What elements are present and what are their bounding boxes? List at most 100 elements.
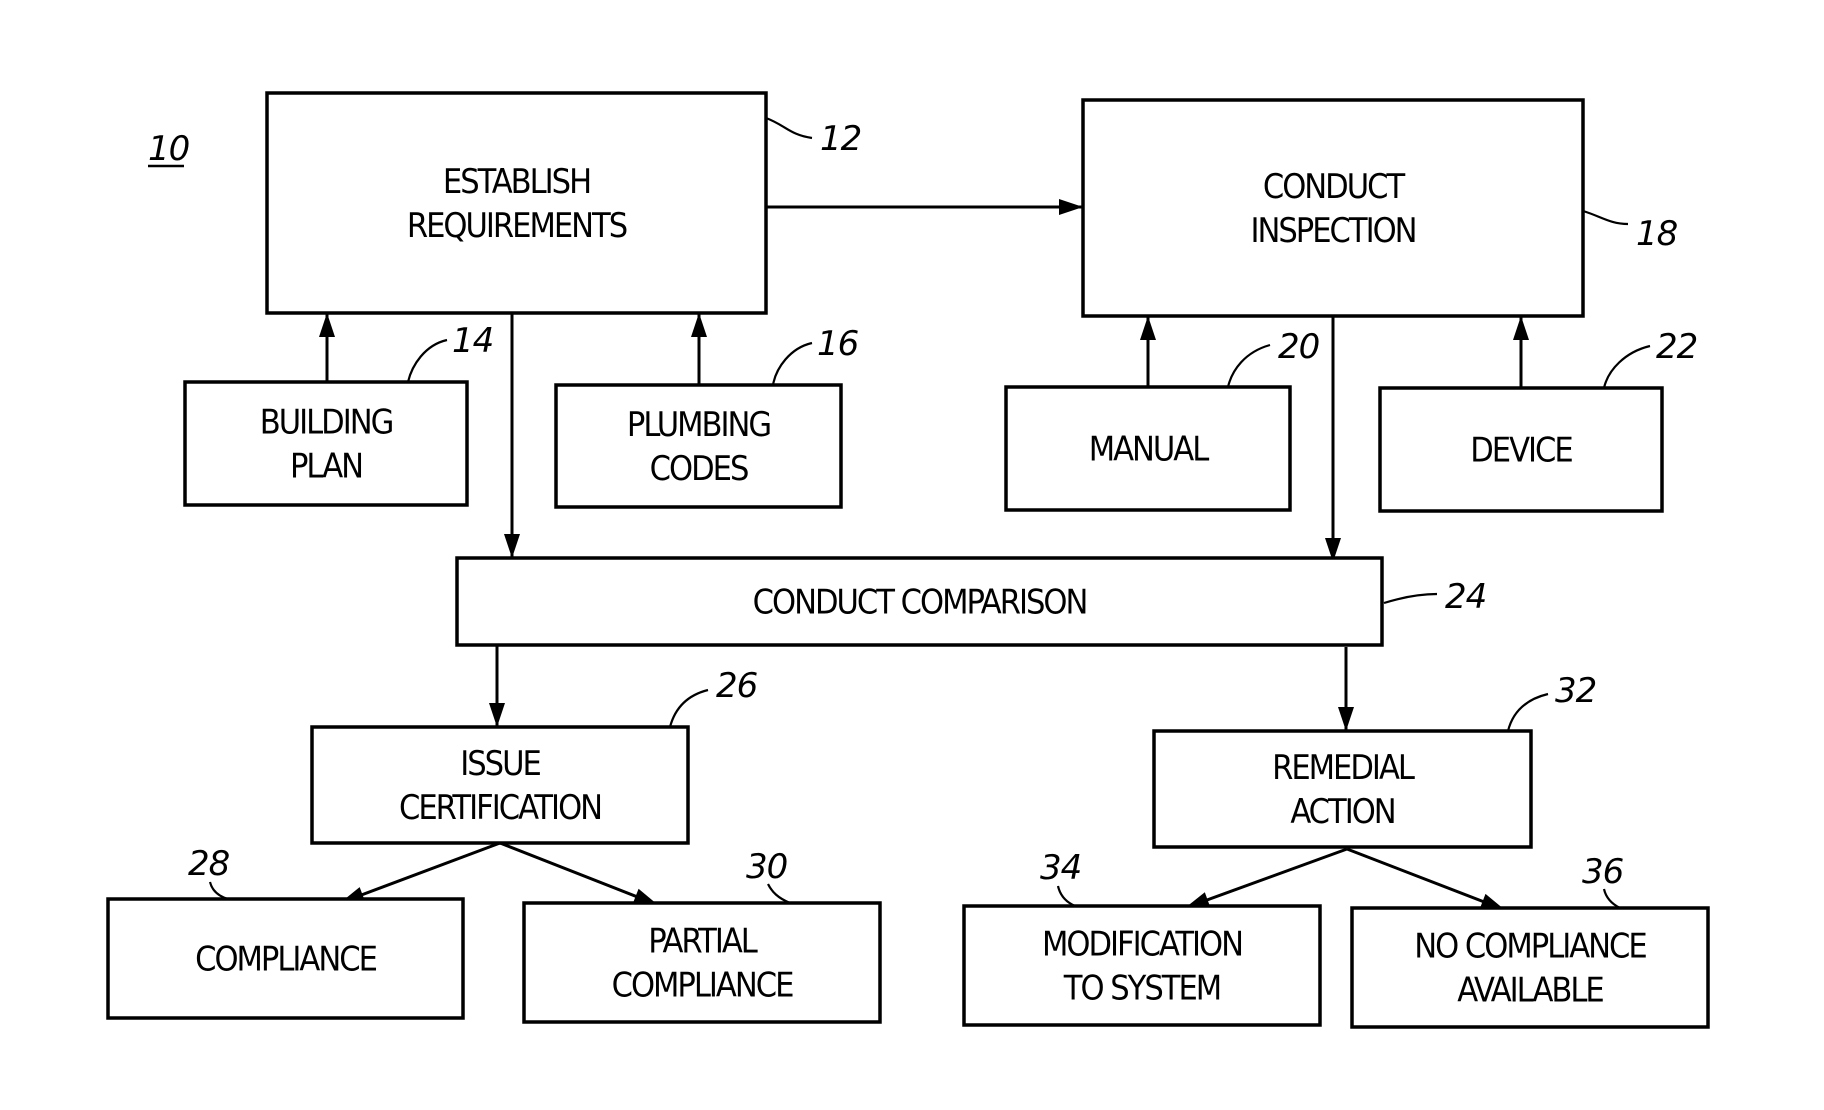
node-inspection: CONDUCTINSPECTION <box>1081 98 1585 318</box>
node-label: CODES <box>650 449 748 489</box>
node-label: ESTABLISH <box>443 162 590 202</box>
leader-line <box>208 881 229 901</box>
ref-number: 14 <box>452 321 493 361</box>
ref-number: 24 <box>1445 577 1486 617</box>
arrowhead-icon <box>1513 316 1529 340</box>
ref-12: 12 <box>765 116 862 159</box>
ref-24: 24 <box>1383 577 1487 617</box>
ref-36: 36 <box>1582 852 1625 909</box>
ref-34: 34 <box>1040 848 1082 908</box>
node-label: CONDUCT COMPARISON <box>753 583 1087 623</box>
node-certification: ISSUECERTIFICATION <box>310 725 690 845</box>
edge-manual-to-inspection <box>1140 316 1156 387</box>
edge-certification-to-compliance <box>339 841 501 905</box>
arrowhead-icon <box>504 534 520 558</box>
edge-comparison-to-certification <box>489 645 505 727</box>
ref-number: 26 <box>716 666 758 706</box>
arrowhead-icon <box>1338 707 1354 731</box>
edge-inspection-to-comparison <box>1325 316 1341 562</box>
arrowhead-icon <box>319 313 335 337</box>
node-label: NO COMPLIANCE <box>1414 927 1646 967</box>
node-partial: PARTIALCOMPLIANCE <box>522 901 882 1024</box>
node-label: CERTIFICATION <box>399 788 601 828</box>
edge-plumbing-codes-to-establish <box>691 313 707 385</box>
edge-line <box>1346 847 1506 912</box>
leader-line <box>1056 885 1076 908</box>
node-compliance: COMPLIANCE <box>106 897 465 1020</box>
node-label: DEVICE <box>1470 431 1572 471</box>
ref-16: 16 <box>771 324 860 386</box>
arrowhead-icon <box>1059 199 1083 215</box>
ref-18: 18 <box>1582 209 1679 254</box>
node-label: MANUAL <box>1089 430 1210 470</box>
node-modification: MODIFICATIONTO SYSTEM <box>962 904 1322 1027</box>
node-label: COMPLIANCE <box>612 966 793 1006</box>
edge-establish-to-inspection <box>766 199 1083 215</box>
edge-certification-to-partial <box>499 841 659 907</box>
node-label: COMPLIANCE <box>195 940 376 980</box>
nodes: ESTABLISHREQUIREMENTS BUILDINGPLAN PLUMBIN… <box>106 91 1710 1029</box>
ref-28: 28 <box>188 844 231 901</box>
arrowhead-icon <box>489 703 505 727</box>
ref-30: 30 <box>746 847 791 905</box>
figure-ref-label: 10 <box>148 129 189 169</box>
edge-device-to-inspection <box>1513 316 1529 388</box>
node-label: REMEDIAL <box>1272 748 1415 788</box>
ref-number: 30 <box>746 847 787 887</box>
node-no-compliance: NO COMPLIANCEAVAILABLE <box>1350 906 1710 1029</box>
node-box <box>1081 98 1585 318</box>
leader-line <box>1582 209 1629 226</box>
edge-building-plan-to-establish <box>319 313 335 382</box>
node-label: PLUMBING <box>627 405 770 445</box>
edge-remedial-to-modification <box>1184 847 1348 910</box>
node-label: PARTIAL <box>648 922 758 962</box>
node-device: DEVICE <box>1378 386 1664 513</box>
node-building-plan: BUILDINGPLAN <box>183 380 469 507</box>
ref-number: 36 <box>1582 852 1624 892</box>
edge-line <box>339 841 501 905</box>
leader-line <box>1226 343 1271 388</box>
arrowhead-icon <box>1140 316 1156 340</box>
arrowhead-icon <box>691 313 707 337</box>
node-label: TO SYSTEM <box>1063 969 1220 1009</box>
node-label: AVAILABLE <box>1457 971 1603 1011</box>
ref-number: 16 <box>817 324 859 364</box>
ref-number: 28 <box>188 844 230 884</box>
ref-14: 14 <box>406 321 494 383</box>
node-label: CONDUCT <box>1263 167 1406 207</box>
node-label: ACTION <box>1290 792 1394 832</box>
edge-establish-to-comparison <box>504 313 520 558</box>
node-box <box>265 91 768 315</box>
ref-32: 32 <box>1506 671 1597 732</box>
leader-line <box>668 688 709 728</box>
leader-line <box>1602 344 1651 389</box>
leader-line <box>406 338 448 383</box>
node-label: INSPECTION <box>1250 211 1415 251</box>
flowchart-diagram: 10 ESTABLISHREQUIREMENTS BUILDINGPLAN PLUM… <box>106 91 1710 1029</box>
node-label: ISSUE <box>460 744 540 784</box>
node-label: MODIFICATION <box>1042 925 1242 965</box>
edge-line <box>1184 847 1348 910</box>
ref-number: 22 <box>1656 327 1697 367</box>
ref-number: 32 <box>1555 671 1596 711</box>
node-manual: MANUAL <box>1004 385 1292 512</box>
node-remedial: REMEDIALACTION <box>1152 729 1533 849</box>
ref-number: 34 <box>1040 848 1081 888</box>
ref-26: 26 <box>668 666 759 728</box>
edge-line <box>499 841 659 907</box>
node-label: PLAN <box>290 447 362 487</box>
edge-comparison-to-remedial <box>1338 647 1354 731</box>
node-establish: ESTABLISHREQUIREMENTS <box>265 91 768 315</box>
node-comparison: CONDUCT COMPARISON <box>455 556 1384 647</box>
node-plumbing-codes: PLUMBINGCODES <box>554 383 843 509</box>
ref-number: 18 <box>1636 214 1678 254</box>
leader-line <box>771 341 813 386</box>
leader-line <box>765 116 813 140</box>
leader-line <box>1383 592 1438 605</box>
edge-remedial-to-no-compliance <box>1346 847 1506 912</box>
ref-number: 20 <box>1278 327 1319 367</box>
leader-line <box>1506 692 1549 732</box>
ref-20: 20 <box>1226 327 1320 388</box>
node-box <box>183 380 469 507</box>
ref-22: 22 <box>1602 327 1698 389</box>
